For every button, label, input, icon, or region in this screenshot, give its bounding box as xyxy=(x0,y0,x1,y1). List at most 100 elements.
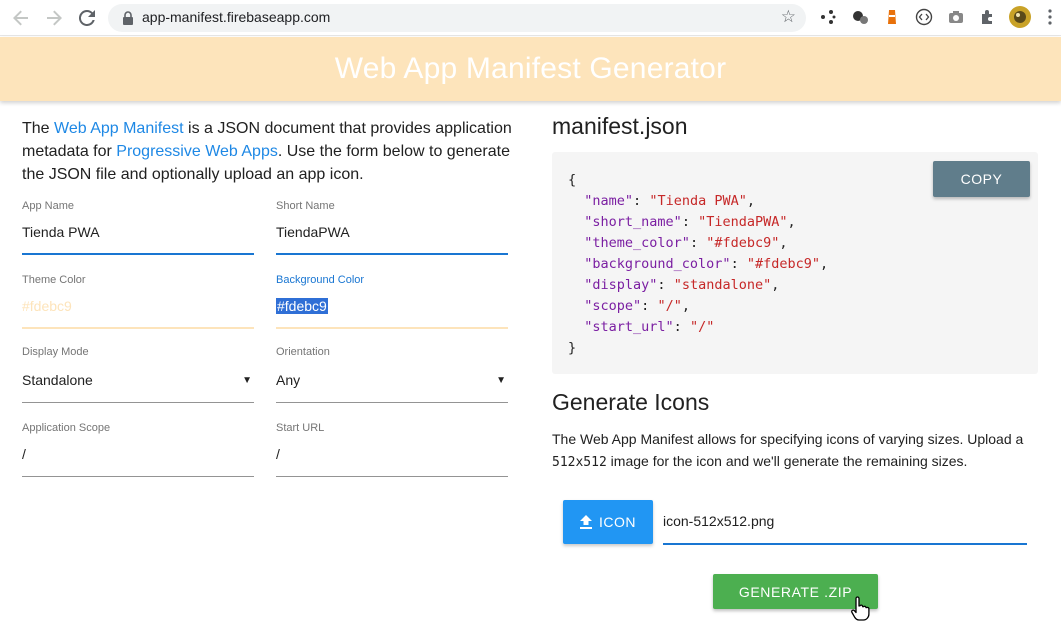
browser-menu-icon[interactable] xyxy=(1040,7,1060,27)
copy-button[interactable]: COPY xyxy=(933,161,1030,197)
bookmark-star-icon[interactable]: ☆ xyxy=(781,7,796,27)
json-line: "short_name": "TiendaPWA", xyxy=(584,214,796,230)
progressive-web-apps-link[interactable]: Progressive Web Apps xyxy=(116,143,278,160)
orientation-label: Orientation xyxy=(276,346,330,358)
json-value: "standalone" xyxy=(673,277,772,293)
json-key: "scope" xyxy=(584,298,642,314)
json-key: "display" xyxy=(584,277,658,293)
application-scope-underline xyxy=(22,476,254,477)
json-separator: , xyxy=(820,256,829,272)
json-separator: , xyxy=(779,235,788,251)
json-line: "name": "Tienda PWA", xyxy=(584,193,755,209)
background-color-selected-text: #fdebc9 xyxy=(276,298,328,314)
json-key: "theme_color" xyxy=(584,235,690,251)
theme-color-label: Theme Color xyxy=(22,274,86,286)
orientation-value: Any xyxy=(276,372,301,388)
upload-arrow-icon xyxy=(580,515,592,529)
short-name-label: Short Name xyxy=(276,200,335,212)
json-line: "background_color": "#fdebc9", xyxy=(584,256,829,272)
url-text: app-manifest.firebaseapp.com xyxy=(142,9,331,25)
hand-pointer-cursor-icon xyxy=(851,596,870,621)
json-line: "scope": "/", xyxy=(584,298,690,314)
orientation-underline xyxy=(276,402,508,403)
profile-avatar[interactable] xyxy=(1008,5,1032,29)
back-arrow-icon[interactable] xyxy=(9,6,33,30)
lock-icon xyxy=(123,11,133,25)
file-name-underline xyxy=(663,543,1027,545)
json-close-brace: } xyxy=(568,340,577,356)
generate-icons-heading: Generate Icons xyxy=(552,389,710,415)
puzzle-extensions-icon[interactable] xyxy=(978,7,998,27)
theme-color-field[interactable]: Theme Color #fdebc9 xyxy=(22,274,254,330)
application-scope-label: Application Scope xyxy=(22,422,111,434)
json-value: "/" xyxy=(657,298,682,314)
json-value: "/" xyxy=(689,319,715,335)
manifest-heading: manifest.json xyxy=(552,113,688,139)
display-mode-label: Display Mode xyxy=(22,346,89,358)
json-key: "short_name" xyxy=(584,214,682,230)
json-key: "name" xyxy=(584,193,634,209)
start-url-underline xyxy=(276,476,508,477)
theme-color-input[interactable]: #fdebc9 xyxy=(22,298,72,314)
browser-toolbar: app-manifest.firebaseapp.com ☆ xyxy=(0,0,1061,36)
extension-lighthouse-icon[interactable] xyxy=(882,7,902,27)
icon-size-code: 512x512 xyxy=(552,455,607,470)
extension-balls-icon[interactable] xyxy=(850,7,870,27)
background-color-underline xyxy=(276,327,508,329)
json-key: "background_color" xyxy=(584,256,731,272)
app-name-field[interactable]: App Name Tienda PWA xyxy=(22,200,254,256)
theme-color-underline xyxy=(22,327,254,329)
app-header: Web App Manifest Generator xyxy=(0,37,1061,101)
upload-icon-button[interactable]: ICON xyxy=(563,500,653,544)
json-value: "TiendaPWA" xyxy=(698,214,788,230)
start-url-input[interactable]: / xyxy=(276,446,280,462)
app-name-underline xyxy=(22,253,254,255)
camera-icon[interactable] xyxy=(946,7,966,27)
short-name-underline xyxy=(276,253,508,255)
page-title: Web App Manifest Generator xyxy=(334,52,727,85)
orientation-select[interactable]: Orientation Any ▼ xyxy=(276,346,508,404)
reload-icon[interactable] xyxy=(75,6,99,30)
json-line: "start_url": "/" xyxy=(584,319,715,335)
generate-icons-description: The Web App Manifest allows for specifyi… xyxy=(552,428,1042,474)
json-separator: , xyxy=(787,214,796,230)
extension-code-icon[interactable] xyxy=(914,7,934,27)
start-url-field[interactable]: Start URL / xyxy=(276,422,508,478)
intro-text: The xyxy=(22,120,55,137)
manifest-json-code: { "name": "Tienda PWA", "short_name": "T… xyxy=(568,170,828,359)
application-scope-input[interactable]: / xyxy=(22,446,26,462)
web-app-manifest-link[interactable]: Web App Manifest xyxy=(54,120,184,137)
dropdown-caret-icon: ▼ xyxy=(496,375,506,386)
background-color-label: Background Color xyxy=(276,274,365,286)
json-open-brace: { xyxy=(568,172,577,188)
json-value: "#fdebc9" xyxy=(706,235,780,251)
intro-paragraph: The Web App Manifest is a JSON document … xyxy=(22,117,514,186)
manifest-code-block: { "name": "Tienda PWA", "short_name": "T… xyxy=(552,152,1038,374)
display-mode-underline xyxy=(22,402,254,403)
icons-desc-text: image for the icon and we'll generate th… xyxy=(606,453,968,469)
json-line: "theme_color": "#fdebc9", xyxy=(584,235,788,251)
json-separator: , xyxy=(746,193,755,209)
forward-arrow-icon[interactable] xyxy=(42,6,66,30)
display-mode-select[interactable]: Display Mode Standalone ▼ xyxy=(22,346,254,404)
app-name-input[interactable]: Tienda PWA xyxy=(22,224,100,240)
json-value: "#fdebc9" xyxy=(746,256,820,272)
json-line: "display": "standalone", xyxy=(584,277,780,293)
json-separator: , xyxy=(681,298,690,314)
short-name-input[interactable]: TiendaPWA xyxy=(276,224,350,240)
selected-file-name[interactable]: icon-512x512.png xyxy=(663,513,774,529)
extension-dots-icon[interactable] xyxy=(818,7,838,27)
address-bar[interactable]: app-manifest.firebaseapp.com ☆ xyxy=(108,4,806,32)
start-url-label: Start URL xyxy=(276,422,325,434)
background-color-input[interactable]: #fdebc9 xyxy=(276,298,328,314)
json-separator: , xyxy=(771,277,780,293)
app-name-label: App Name xyxy=(22,200,74,212)
dropdown-caret-icon: ▼ xyxy=(242,375,252,386)
display-mode-value: Standalone xyxy=(22,372,93,388)
json-key: "start_url" xyxy=(584,319,674,335)
application-scope-field[interactable]: Application Scope / xyxy=(22,422,254,478)
short-name-field[interactable]: Short Name TiendaPWA xyxy=(276,200,508,256)
icons-desc-text: The Web App Manifest allows for specifyi… xyxy=(552,431,1024,447)
background-color-field[interactable]: Background Color #fdebc9 xyxy=(276,274,508,330)
upload-icon-button-label: ICON xyxy=(599,514,636,530)
